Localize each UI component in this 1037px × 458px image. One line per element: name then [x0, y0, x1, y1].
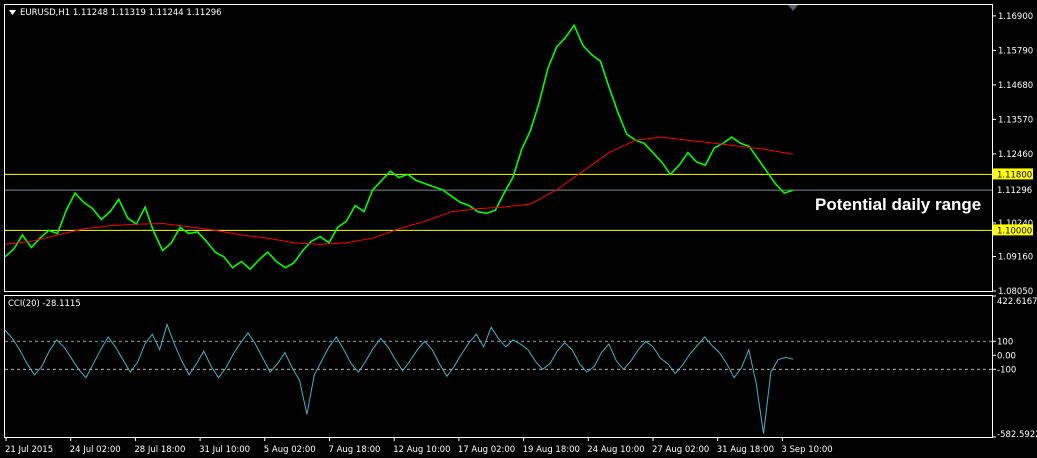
y-tick-label: 1.08050: [998, 287, 1033, 297]
y-tick-label: 1.13570: [998, 115, 1033, 125]
x-tick-label: 5 Aug 02:00: [264, 445, 316, 455]
x-tick-label: 28 Jul 18:00: [134, 445, 185, 455]
x-tick-label: 24 Jul 02:00: [70, 445, 121, 455]
cci-y-tick-label: -100: [997, 365, 1016, 375]
x-tick-label: 31 Jul 10:00: [199, 445, 250, 455]
y-tick-label: 1.16900: [998, 12, 1033, 22]
main-panel: [4, 4, 993, 292]
indicator-panel: [4, 295, 993, 438]
x-tick-label: 3 Sep 10:00: [781, 445, 832, 455]
cci-y-tick-label: -582.5922: [997, 430, 1037, 440]
x-tick-label: 12 Aug 10:00: [393, 445, 450, 455]
cci-y-tick-label: 100: [997, 337, 1013, 347]
x-tick-label: 7 Aug 18:00: [329, 445, 381, 455]
cci-y-tick-label: 0.00: [997, 351, 1016, 361]
x-tick-label: 27 Aug 02:00: [652, 445, 709, 455]
annotation-text: Potential daily range: [815, 195, 981, 214]
symbol-info: EURUSD,H1 1.11248 1.11319 1.11244 1.1129…: [20, 8, 222, 18]
price-tag-label: 1.10000: [997, 226, 1032, 236]
y-tick-label: 1.09160: [998, 252, 1033, 262]
x-tick-label: 24 Aug 10:00: [587, 445, 644, 455]
y-tick-label: 1.14680: [998, 81, 1033, 91]
y-tick-label: 1.15790: [998, 46, 1033, 56]
cci-title: CCI(20) -28.1115: [8, 299, 81, 309]
cci-y-tick-label: 422.6167: [997, 297, 1037, 307]
price-tag-label: 1.11296: [997, 186, 1032, 196]
x-tick-label: 17 Aug 02:00: [458, 445, 515, 455]
x-tick-label: 19 Aug 18:00: [523, 445, 580, 455]
x-tick-label: 31 Aug 18:00: [717, 445, 774, 455]
x-tick-label: 21 Jul 2015: [5, 445, 53, 455]
chart-canvas: EURUSD,H1 1.11248 1.11319 1.11244 1.1129…: [4, 4, 1037, 455]
y-tick-label: 1.12460: [998, 150, 1033, 160]
price-tag-label: 1.11800: [997, 170, 1032, 180]
